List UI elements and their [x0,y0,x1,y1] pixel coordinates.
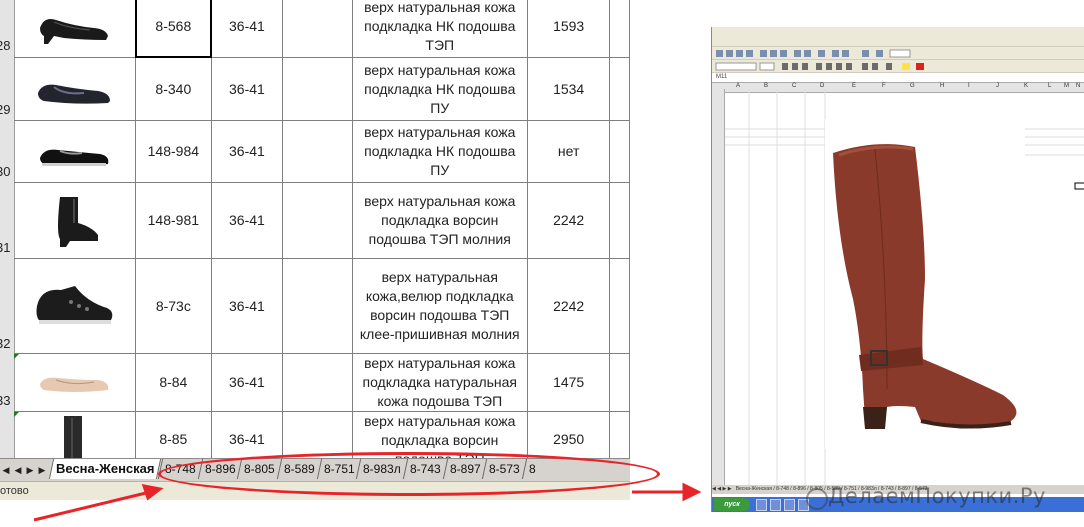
empty-cell[interactable] [609,0,630,58]
name-box[interactable]: M11 [716,74,727,80]
toolbar-icons [716,49,911,58]
article-cell[interactable]: 8-84 [134,353,213,412]
price-cell[interactable]: 2242 [526,182,611,259]
arrow-head-icon [682,482,702,502]
shoe-pump-icon [40,19,109,44]
shoe-loafer-icon [38,84,111,104]
sizes-cell[interactable]: 36-41 [211,353,283,412]
row-number[interactable]: 32 [0,336,14,351]
price-cell[interactable]: 1593 [526,0,611,58]
tab-prev-icon[interactable]: ◀ [12,459,24,481]
taskbar-app-icon[interactable] [784,499,795,511]
product-image-cell[interactable] [14,120,136,183]
row-header-column-small [712,89,725,485]
article-cell[interactable]: 8-340 [134,57,213,121]
empty-cell[interactable] [609,182,630,259]
description-cell[interactable]: верх натуральная кожа подкладка натураль… [351,353,528,412]
ankle-boot-icon [58,196,99,247]
product-image-cell[interactable] [14,258,136,354]
article-cell[interactable]: 8-73с [134,258,213,354]
standard-toolbar[interactable] [712,47,1084,60]
comment-indicator [14,354,19,359]
product-table: 8-568 36-41 верх натуральная кожа подкла… [14,0,630,488]
article-cell[interactable]: 148-984 [134,120,213,183]
tab-next-icon[interactable]: ▶ [24,459,36,481]
empty-cell[interactable] [281,57,353,121]
table-row: 148-984 36-41 верх натуральная кожа подк… [14,120,630,183]
taskbar-app-icon[interactable] [770,499,781,511]
status-text: отово [0,485,29,497]
sheet-tab-active[interactable]: Весна-Женская [49,459,162,479]
table-row: 8-568 36-41 верх натуральная кожа подкла… [14,0,630,58]
row-number[interactable]: 29 [0,102,14,117]
table-row: 148-981 36-41 верх натуральная кожа подк… [14,182,630,259]
window-titlebar [712,27,1084,36]
sheet-tab-small[interactable]: 8-896 [793,486,806,492]
row-number[interactable]: 33 [0,393,14,408]
tab-last-icon[interactable]: ▶ [36,459,48,481]
ballet-flat-icon [40,377,109,392]
annotation-ellipse [158,452,660,496]
description-cell[interactable]: верх натуральная кожа подкладка ворсин п… [351,182,528,259]
product-image-cell[interactable] [14,353,136,412]
price-cell[interactable]: 2242 [526,258,611,354]
sizes-cell[interactable]: 36-41 [211,258,283,354]
empty-cell[interactable] [281,353,353,412]
watermark-text: ДелаемПокупки.Ру [828,484,1046,508]
sizes-cell[interactable]: 36-41 [211,0,283,58]
row-number[interactable]: 31 [0,240,14,255]
row-number[interactable]: 28 [0,38,14,53]
taskbar-app-icon[interactable] [756,499,767,511]
table-row: 8-84 36-41 верх натуральная кожа подклад… [14,353,630,412]
product-image-cell[interactable] [14,57,136,121]
table-row: 8-340 36-41 верх натуральная кожа подкла… [14,57,630,121]
product-image-cell[interactable] [14,182,136,259]
empty-cell[interactable] [281,0,353,58]
description-cell[interactable]: верх натуральная кожа,велюр подкладка во… [351,258,528,354]
description-cell[interactable]: верх натуральная кожа подкладка НК подош… [351,0,528,58]
excel-sheet-left: 28 29 30 31 32 33 8-568 36-41 верх натур… [0,0,630,527]
formula-bar[interactable]: M11 [712,73,1084,83]
format-toolbar[interactable] [712,60,1084,73]
sheet-grid-and-image [725,89,1084,485]
shoe-slipon-icon [40,149,109,166]
table-row: 8-73с 36-41 верх натуральная кожа,велюр … [14,258,630,354]
format-toolbar-icons [715,62,924,71]
price-cell[interactable]: нет [526,120,611,183]
empty-cell[interactable] [281,258,353,354]
watermark-logo-icon [806,488,828,510]
description-cell[interactable]: верх натуральная кожа подкладка НК подош… [351,57,528,121]
excel-window-right: M11 A B C D E F G H I J K L M N ◀ ◀ ▶ ▶ … [711,27,1084,512]
sizes-cell[interactable]: 36-41 [211,57,283,121]
sizes-cell[interactable]: 36-41 [211,182,283,259]
comment-indicator [14,412,19,417]
row-number[interactable]: 30 [0,164,14,179]
menu-bar[interactable] [712,36,1084,47]
sizes-cell[interactable]: 36-41 [211,120,283,183]
empty-cell[interactable] [281,182,353,259]
sheet-area-small[interactable] [725,89,1084,485]
empty-cell[interactable] [609,120,630,183]
empty-cell[interactable] [609,353,630,412]
sheet-tab-small[interactable]: 8-748 [776,486,789,492]
empty-cell[interactable] [281,120,353,183]
price-cell[interactable]: 1534 [526,57,611,121]
tab-first-icon[interactable]: ◀ [0,459,12,481]
price-cell[interactable]: 1475 [526,353,611,412]
article-cell[interactable]: 148-981 [134,182,213,259]
product-image-cell[interactable] [14,0,136,58]
sneaker-icon [36,286,113,324]
article-cell[interactable]: 8-568 [134,0,213,58]
sheet-tab-small[interactable]: Весна-Женская [736,486,772,492]
empty-cell[interactable] [609,258,630,354]
row-header-column: 28 29 30 31 32 33 [0,0,15,458]
description-cell[interactable]: верх натуральная кожа подкладка НК подош… [351,120,528,183]
empty-cell[interactable] [609,57,630,121]
start-button[interactable]: пуск [714,498,750,511]
